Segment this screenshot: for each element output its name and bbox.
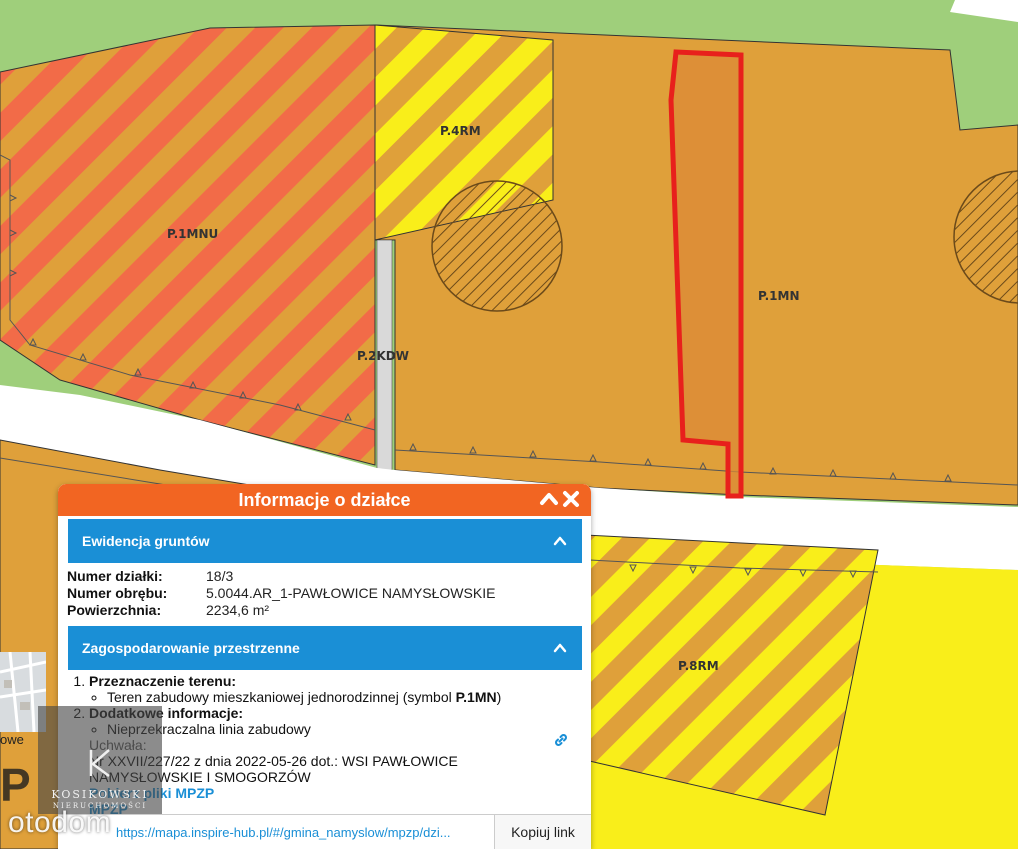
uchwala-line2: NAMYSŁOWSKIE I SMOGORZÓW [89,769,311,785]
hatched-circle-1 [431,180,563,312]
section-ewidencja-gruntow[interactable]: Ewidencja gruntów [68,519,582,563]
link-icon[interactable] [553,732,569,748]
k-logo-icon [89,749,110,777]
row-label: Numer obrębu: [67,585,168,601]
selected-parcel-outline[interactable] [668,49,744,499]
section-zagospodarowanie-title: Zagospodarowanie przestrzenne [82,640,300,656]
section-zagospodarowanie[interactable]: Zagospodarowanie przestrzenne [68,626,582,670]
share-link-text[interactable]: https://mapa.inspire-hub.pl/#/gmina_namy… [58,825,494,840]
panel-controls [539,489,581,509]
list-item: Dodatkowe informacje: Nieprzekraczalna l… [89,705,582,817]
row-numer-dzialki: Numer działki: 18/3 [67,568,582,585]
row-label: Powierzchnia: [67,602,162,618]
ewidencja-content: Numer działki: 18/3 Numer obrębu: 5.0044… [58,563,591,621]
otodom-watermark: otodom [8,806,112,839]
section-ewidencja-title: Ewidencja gruntów [82,533,210,549]
mpzp-link[interactable]: Pobierz pliki MPZP [89,785,582,801]
uchwala-label: Uchwała: [89,737,582,753]
link-bar: https://mapa.inspire-hub.pl/#/gmina_namy… [58,814,591,849]
bullet-text: Teren zabudowy mieszkaniowej jednorodzin… [107,689,456,705]
row-label: Numer działki: [67,568,163,584]
panel-header: Informacje o działce [58,484,591,516]
bullet-item: Nieprzekraczalna linia zabudowy [107,721,582,737]
uchwala-line1: Nr XXVII/227/22 z dnia 2022-05-26 dot.: … [89,753,458,769]
minimap-label: owe [0,732,24,747]
collapse-icon[interactable] [539,489,559,509]
label-p2kdw: P.2KDW [357,349,409,363]
item-title: Przeznaczenie terenu: [89,673,237,689]
panel-title: Informacje o działce [238,489,411,510]
logo-name: KOSIKOWSKI [51,788,149,801]
chevron-up-icon[interactable] [552,533,568,549]
chevron-up-icon[interactable] [552,640,568,656]
copy-link-button[interactable]: Kopiuj link [494,815,591,849]
zone-symbol: P.1MN [455,689,497,705]
close-icon[interactable] [561,489,581,509]
row-value: 5.0044.AR_1-PAWŁOWICE NAMYSŁOWSKIE [206,585,496,601]
row-value: 2234,6 m² [206,602,270,618]
row-numer-obrebu: Numer obrębu: 5.0044.AR_1-PAWŁOWICE NAMY… [67,585,582,602]
row-powierzchnia: Powierzchnia: 2234,6 m² [67,602,582,619]
p-watermark: P [0,759,31,811]
label-p4rm: P.4RM [440,124,481,138]
label-p8rm: P.8RM [678,659,719,673]
label-p1mnu: P.1MNU [167,227,218,241]
label-p1mn: P.1MN [758,289,799,303]
list-item: Przeznaczenie terenu: Teren zabudowy mie… [89,673,582,705]
kosikowski-logo: KOSIKOWSKI NIERUCHOMOŚCI [38,706,162,814]
row-value: 18/3 [206,568,234,584]
bullet-item: Teren zabudowy mieszkaniowej jednorodzin… [107,689,582,705]
bullet-suffix: ) [496,689,502,705]
